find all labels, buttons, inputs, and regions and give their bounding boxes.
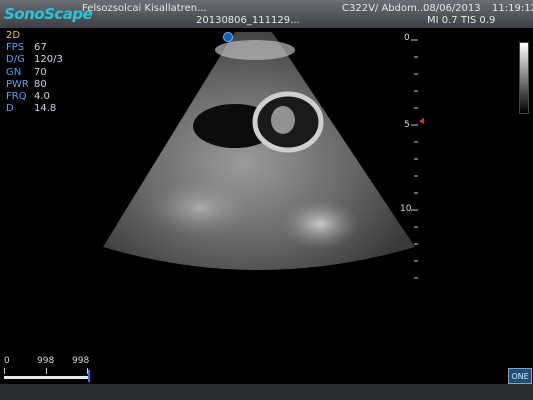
cine-cursor[interactable] xyxy=(88,370,90,382)
param-row: D/G 120/3 xyxy=(6,54,63,66)
brand-logo: SonoScape xyxy=(4,5,93,23)
param-row: FPS 67 xyxy=(6,42,47,54)
probe-preset: C322V/ Abdom... xyxy=(342,3,427,14)
cine-start-label: 0 xyxy=(4,356,10,366)
grayscale-bar xyxy=(519,42,529,114)
param-row: FRQ 4.0 xyxy=(6,91,50,103)
depth-label-5: 5 xyxy=(404,120,410,130)
imaging-mode: 2D xyxy=(6,30,21,41)
study-id: 20130806_111129... xyxy=(196,15,300,26)
cine-tick xyxy=(4,368,5,374)
param-row: PWR 80 xyxy=(6,78,47,90)
probe-orientation-icon xyxy=(223,32,233,42)
cine-mid-label: 998 xyxy=(37,356,55,366)
exam-date: 08/06/2013 xyxy=(423,3,481,14)
cine-tick xyxy=(46,368,47,374)
one-button[interactable]: ONE xyxy=(508,368,532,384)
cine-end-label: 998 xyxy=(72,356,90,366)
depth-label-0: 0 xyxy=(404,33,410,43)
cine-track[interactable] xyxy=(4,376,88,379)
depth-label-10: 10 xyxy=(400,204,412,214)
mi-tis-indices: MI 0.7 TIS 0.9 xyxy=(427,15,496,26)
hospital-name: Felsozsolcai Kisallatren... xyxy=(82,3,207,14)
imaging-parameters: 2D FPS 67 D/G 120/3 GN 70 PWR 80 FRQ 4.0 D 14.… xyxy=(6,30,63,115)
echo-region xyxy=(280,198,360,250)
ultrasound-image xyxy=(103,32,415,270)
echo-region xyxy=(145,178,255,238)
top-info-bar: SonoScape Felsozsolcai Kisallatren... 20… xyxy=(0,0,533,28)
exam-time: 11:19:12 xyxy=(492,3,533,14)
bottom-status-bar xyxy=(0,384,533,400)
near-field-band xyxy=(215,40,295,60)
focus-marker-icon[interactable] xyxy=(419,118,424,124)
embryo-structure xyxy=(271,106,295,134)
depth-scale: 0 5 10 xyxy=(400,32,430,282)
depth-ticks xyxy=(411,39,424,279)
ultrasound-sector xyxy=(103,32,415,270)
param-row: D 14.8 xyxy=(6,103,57,115)
param-row: GN 70 xyxy=(6,66,47,78)
cine-ruler[interactable]: 0 998 998 xyxy=(4,356,90,382)
